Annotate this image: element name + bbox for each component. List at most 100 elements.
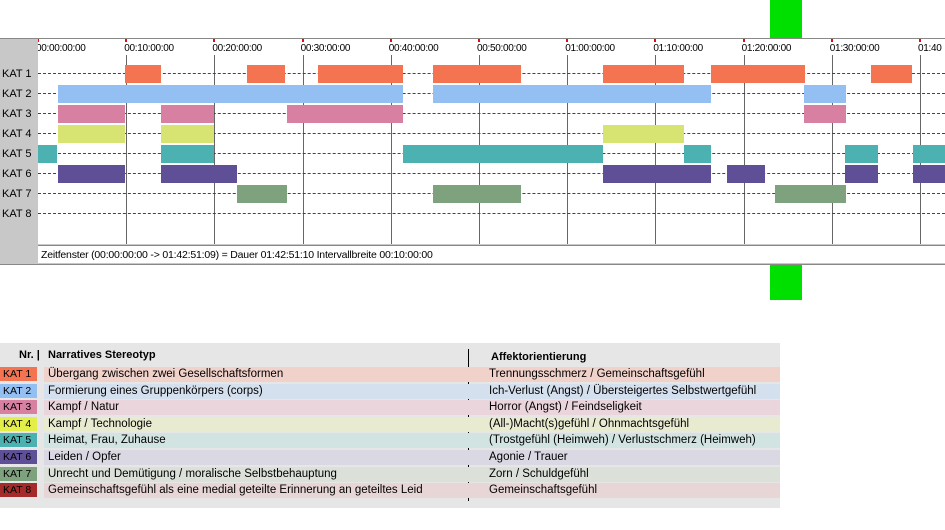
timeline-plot[interactable]: 00:00:00:00 00:10:00:00 00:20:00:00 00:30:0…	[38, 39, 945, 244]
time-tick-mark	[919, 39, 921, 42]
legend-affekt: Zorn / Schuldgefühl	[489, 467, 589, 480]
legend-stereotype: Heimat, Frau, Zuhause	[48, 434, 166, 447]
segment-kat-5[interactable]	[403, 145, 604, 163]
time-tick-mark	[213, 39, 216, 42]
legend-row: KAT 6 Leiden / Opfer Agonie / Trauer	[0, 449, 780, 465]
segment-kat-1[interactable]	[247, 65, 285, 83]
legend-affekt: Ich-Verlust (Angst) / Übersteigertes Sel…	[489, 384, 757, 397]
legend-code: KAT 3	[0, 400, 37, 415]
legend-code: KAT 7	[0, 466, 37, 481]
time-tick-label: 00:10:00:00	[124, 43, 174, 54]
header-stereotype: Narratives Stereotyp	[48, 349, 156, 361]
segment-kat-6[interactable]	[603, 165, 711, 183]
segment-kat-3[interactable]	[286, 105, 404, 123]
segment-kat-6[interactable]	[726, 165, 765, 183]
segment-kat-4[interactable]	[58, 125, 126, 143]
segment-kat-5[interactable]	[912, 145, 945, 163]
legend-stereotype: Übergang zwischen zwei Gesellschaftsform…	[48, 368, 284, 380]
legend-row: KAT 5 Heimat, Frau, Zuhause (Trostgefühl (…	[0, 432, 780, 449]
legend-row: KAT 4 Kampf / Technologie (All-)Macht(s)ge…	[0, 416, 780, 432]
segment-kat-1[interactable]	[603, 65, 684, 83]
segment-kat-7[interactable]	[237, 185, 287, 203]
row-label-kat-5: KAT 5	[2, 148, 32, 160]
segment-kat-5[interactable]	[683, 145, 711, 163]
time-tick-mark	[742, 39, 745, 42]
header-nr: Nr. |	[19, 349, 40, 361]
row-label-kat-7: KAT 7	[2, 188, 32, 200]
legend-stereotype: Unrecht und Demütigung / moralische Selb…	[48, 467, 337, 480]
legend-row: KAT 3 Kampf / Natur Horror (Angst) / Feind…	[0, 399, 780, 416]
legend-stereotype: Formierung eines Gruppenkörpers (corps)	[48, 384, 263, 397]
segment-kat-3[interactable]	[58, 105, 126, 123]
legend-stereotype: Kampf / Natur	[48, 401, 119, 414]
segment-kat-6[interactable]	[160, 165, 238, 183]
timeline-panel: KAT 1 KAT 2 KAT 3 KAT 4 KAT 5 KAT 6 KAT 7 KAT 8…	[0, 38, 945, 265]
segment-kat-5[interactable]	[38, 145, 58, 163]
legend-affekt: (Trostgefühl (Heimweh) / Verlustschmerz …	[489, 434, 756, 447]
status-bar: Zeitfenster (00:00:00:00 -> 01:42:51:09)…	[38, 245, 945, 263]
green-marker-top	[770, 0, 802, 38]
legend-row: KAT 1 Übergang zwischen zwei Gesellschaft…	[0, 366, 780, 382]
row-label-kat-4: KAT 4	[2, 128, 32, 140]
segment-kat-3[interactable]	[804, 105, 846, 123]
time-tick-label: 01:40	[918, 43, 942, 54]
row-label-kat-6: KAT 6	[2, 168, 32, 180]
legend-row: KAT 2 Formierung eines Gruppenkörpers (co…	[0, 383, 780, 399]
interval-gridline	[302, 55, 304, 244]
segment-kat-1[interactable]	[870, 65, 913, 83]
legend-stereotype: Gemeinschaftsgefühl als eine medial gete…	[48, 484, 423, 497]
legend-stereotype: Leiden / Opfer	[48, 451, 121, 463]
segment-kat-1[interactable]	[125, 65, 162, 83]
interval-gridline	[831, 55, 833, 244]
header-affekt: Affektorientierung	[491, 351, 587, 363]
time-tick-label: 00:20:00:00	[212, 43, 262, 54]
legend-affekt: (All-)Macht(s)gefühl / Ohnmachtsgefühl	[489, 417, 690, 430]
interval-gridline	[214, 55, 216, 244]
time-tick-mark	[389, 39, 392, 42]
legend-row-background	[44, 450, 780, 465]
legend-affekt: Gemeinschaftsgefühl	[489, 484, 598, 497]
segment-kat-3[interactable]	[160, 105, 214, 123]
segment-kat-6[interactable]	[58, 165, 126, 183]
legend-code: KAT 2	[0, 383, 37, 398]
segment-kat-1[interactable]	[433, 65, 522, 83]
segment-kat-4[interactable]	[160, 125, 214, 143]
legend-affekt: Trennungsschmerz / Gemeinschaftsgefühl	[489, 368, 705, 380]
legend-row: KAT 8 Gemeinschaftsgefühl als eine medial…	[0, 482, 780, 499]
time-tick-mark	[654, 39, 657, 42]
time-tick-label: 00:50:00:00	[477, 43, 527, 54]
segment-kat-4[interactable]	[603, 125, 684, 143]
legend-code: KAT 6	[0, 450, 37, 464]
time-tick-label: 01:00:00:00	[565, 43, 615, 54]
time-tick-mark	[830, 39, 833, 42]
time-tick-mark	[566, 39, 569, 42]
time-tick-label: 01:10:00:00	[653, 43, 703, 54]
segment-kat-2[interactable]	[804, 85, 846, 103]
segment-kat-2[interactable]	[433, 85, 711, 103]
time-tick-label: 00:30:00:00	[300, 43, 351, 54]
segment-kat-1[interactable]	[710, 65, 806, 83]
row-label-kat-1: KAT 1	[2, 68, 32, 80]
segment-kat-2[interactable]	[58, 85, 404, 103]
time-tick-mark	[125, 39, 128, 42]
segment-kat-1[interactable]	[317, 65, 404, 83]
time-tick-label: 01:30:00:00	[829, 43, 880, 54]
segment-kat-6[interactable]	[845, 165, 878, 183]
legend-row: KAT 7 Unrecht und Demütigung / moralische…	[0, 466, 780, 482]
legend-affekt: Horror (Angst) / Feindseligkeit	[489, 401, 642, 414]
segment-kat-5[interactable]	[845, 145, 878, 163]
time-tick-label: 00:40:00:00	[388, 43, 439, 54]
segment-kat-7[interactable]	[433, 185, 522, 203]
segment-kat-7[interactable]	[775, 185, 846, 203]
row-dashed-line	[38, 213, 945, 214]
legend-code: KAT 5	[0, 433, 37, 448]
legend-table: Nr. | Narratives Stereotyp Affektorienti…	[0, 343, 780, 508]
interval-gridline	[126, 55, 128, 244]
legend-code: KAT 1	[0, 367, 37, 381]
legend-code: KAT 4	[0, 416, 37, 431]
segment-kat-5[interactable]	[160, 145, 214, 163]
time-tick-label: 01:20:00:00	[741, 43, 792, 54]
row-label-kat-3: KAT 3	[2, 108, 32, 120]
segment-kat-6[interactable]	[912, 165, 945, 183]
time-tick-label: 00:00:00:00	[38, 43, 86, 54]
